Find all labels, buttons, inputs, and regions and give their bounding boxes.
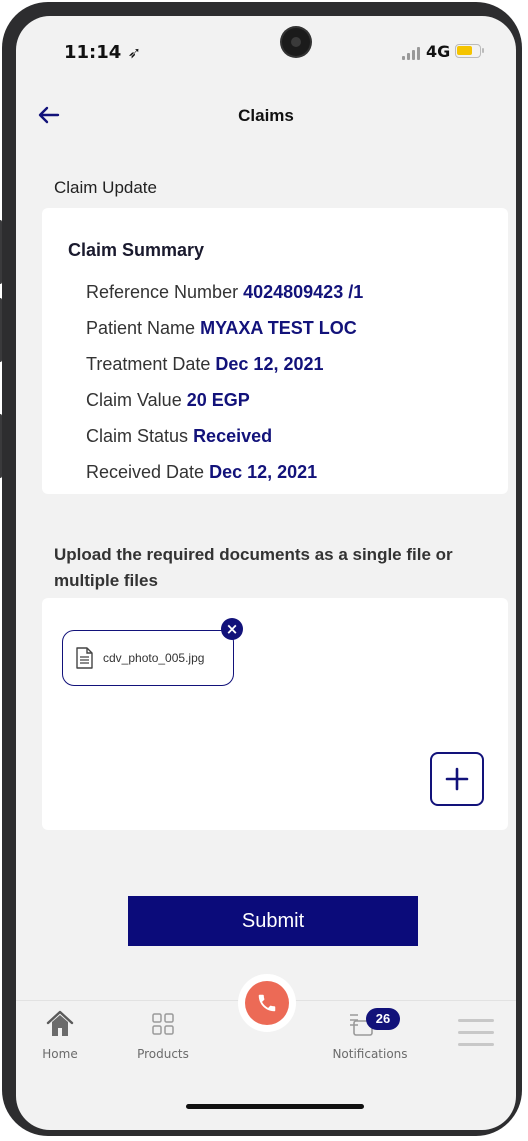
upload-instruction: Upload the required documents as a singl… <box>54 545 453 590</box>
reference-number-row: Reference Number 4024809423 /1 <box>86 274 363 310</box>
app-screen: 11:14 ➶ 4G Claims Claim Update Claim Sum… <box>16 16 516 1130</box>
patient-name-value: MYAXA TEST LOC <box>200 318 357 338</box>
received-date-label: Received Date <box>86 462 205 482</box>
claim-summary-rows: Reference Number 4024809423 /1 Patient N… <box>86 274 363 490</box>
front-camera <box>282 28 310 56</box>
top-nav: Claims <box>16 96 516 136</box>
plus-icon <box>445 767 469 791</box>
add-file-button[interactable] <box>430 752 484 806</box>
battery-icon <box>455 44 484 58</box>
call-circle <box>245 981 289 1025</box>
tab-home[interactable]: Home <box>38 1001 82 1063</box>
phone-icon <box>258 994 276 1012</box>
page-title: Claims <box>238 106 294 125</box>
volume-down-button <box>0 298 2 362</box>
reference-number-label: Reference Number <box>86 282 239 302</box>
network-type: 4G <box>426 42 451 61</box>
tab-products-label: Products <box>137 1047 189 1061</box>
treatment-date-value: Dec 12, 2021 <box>215 354 324 374</box>
upload-card: cdv_photo_005.jpg × <box>42 598 508 830</box>
home-icon <box>46 1010 74 1036</box>
call-button[interactable] <box>238 974 296 1032</box>
claim-status-row: Claim Status Received <box>86 418 363 454</box>
side-button <box>0 414 2 478</box>
file-chip[interactable]: cdv_photo_005.jpg × <box>62 618 243 686</box>
menu-icon[interactable] <box>458 1019 494 1047</box>
claim-summary-title: Claim Summary <box>68 240 205 260</box>
tab-notifications-label: Notifications <box>332 1047 408 1061</box>
reference-number-value: 4024809423 /1 <box>243 282 364 302</box>
grid-icon <box>152 1013 174 1035</box>
remove-file-icon[interactable]: × <box>221 618 243 640</box>
submit-button[interactable]: Submit <box>128 896 418 946</box>
claim-value-value: 20 EGP <box>186 390 250 410</box>
home-indicator <box>186 1104 364 1109</box>
document-icon <box>76 647 93 669</box>
treatment-date-row: Treatment Date Dec 12, 2021 <box>86 346 363 382</box>
claim-summary-card: Claim Summary Reference Number 402480942… <box>42 208 508 494</box>
treatment-date-label: Treatment Date <box>86 354 211 374</box>
claim-status-label: Claim Status <box>86 426 189 446</box>
tab-home-label: Home <box>42 1047 78 1061</box>
notification-count-badge: 26 <box>366 1008 400 1030</box>
patient-name-row: Patient Name MYAXA TEST LOC <box>86 310 363 346</box>
status-time: 11:14 ➶ <box>64 42 141 63</box>
status-time-text: 11:14 <box>64 42 122 63</box>
signal-icon <box>402 46 424 60</box>
location-arrow-icon: ➶ <box>127 43 141 62</box>
claim-status-value: Received <box>193 426 273 446</box>
phone-frame: 11:14 ➶ 4G Claims Claim Update Claim Sum… <box>0 2 522 1136</box>
claim-value-label: Claim Value <box>86 390 182 410</box>
claim-value-row: Claim Value 20 EGP <box>86 382 363 418</box>
received-date-value: Dec 12, 2021 <box>209 462 318 482</box>
patient-name-label: Patient Name <box>86 318 196 338</box>
file-name: cdv_photo_005.jpg <box>103 651 205 665</box>
tab-products[interactable]: Products <box>128 1001 198 1063</box>
volume-up-button <box>0 220 2 284</box>
received-date-row: Received Date Dec 12, 2021 <box>86 454 363 490</box>
status-bar: 11:14 ➶ 4G <box>16 16 516 88</box>
section-heading: Claim Update <box>54 178 157 197</box>
